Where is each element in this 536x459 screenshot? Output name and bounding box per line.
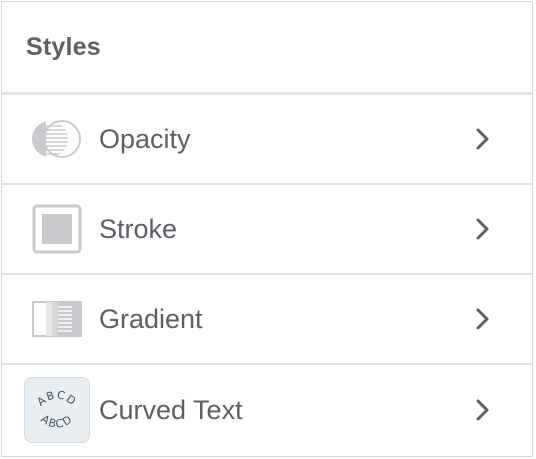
style-item-gradient[interactable]: Gradient [2,275,532,365]
styles-panel: Styles Opacity Stroke Gradient ABCD ABCD… [1,1,533,457]
style-item-label: Stroke [99,213,178,244]
style-item-label: Opacity [99,123,191,154]
style-item-curved-text[interactable]: ABCD ABCD Curved Text [2,365,532,455]
panel-title: Styles [26,32,101,61]
chevron-right-icon [468,124,498,154]
style-item-label: Curved Text [99,394,243,425]
gradient-icon [23,285,91,353]
opacity-icon [23,105,91,173]
chevron-right-icon [468,395,498,425]
chevron-right-icon [468,214,498,244]
style-item-opacity[interactable]: Opacity [2,95,532,185]
chevron-right-icon [468,304,498,334]
svg-text:ABCD: ABCD [39,412,76,431]
svg-text:ABCD: ABCD [35,388,80,409]
style-item-label: Gradient [99,303,203,334]
panel-header: Styles [2,2,532,95]
style-item-stroke[interactable]: Stroke [2,185,532,275]
curved-text-icon: ABCD ABCD [23,376,91,444]
curved-text-bottom: ABCD [39,412,74,431]
stroke-icon [23,195,91,263]
curved-text-icon-box: ABCD ABCD [24,377,90,443]
curved-text-top: ABCD [35,388,78,409]
